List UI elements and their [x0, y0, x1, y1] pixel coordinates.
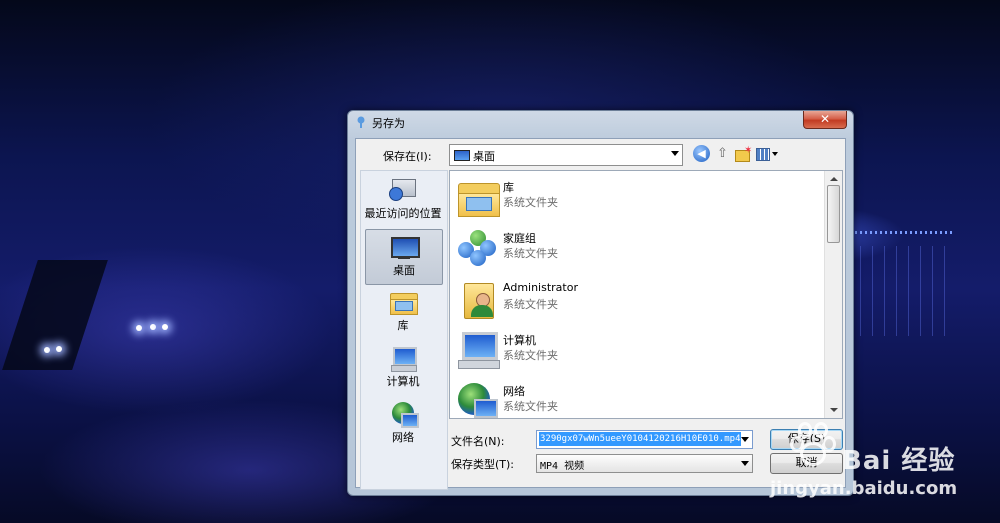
background-light	[44, 347, 50, 353]
baidu-paw-icon	[770, 420, 840, 470]
place-label: 桌面	[393, 264, 415, 277]
item-type: 系统文件夹	[503, 400, 558, 413]
item-name: 库	[503, 181, 514, 194]
desktop-icon	[454, 150, 470, 161]
item-name: Administrator	[503, 281, 578, 294]
up-folder-icon[interactable]: ⇧	[714, 145, 731, 162]
filetype-label: 保存类型(T):	[451, 458, 515, 471]
place-label: 网络	[392, 431, 414, 444]
save-in-label: 保存在(I):	[383, 150, 432, 163]
place-libraries[interactable]: 库	[365, 285, 441, 339]
list-item[interactable]: 计算机 系统文件夹	[452, 326, 822, 374]
list-item[interactable]: 库 系统文件夹	[452, 173, 822, 221]
file-list[interactable]: 库 系统文件夹 家庭组 系统文件夹 Administrator 系统文件夹 计算…	[449, 170, 843, 419]
scroll-down-icon[interactable]	[830, 408, 838, 412]
item-type: 系统文件夹	[503, 196, 558, 209]
place-label: 计算机	[386, 375, 420, 388]
background-light	[136, 325, 142, 331]
network-icon	[456, 381, 500, 418]
view-menu-icon[interactable]	[756, 145, 782, 162]
computer-icon	[456, 330, 500, 370]
place-network[interactable]: 网络	[365, 397, 441, 451]
dialog-title: 另存为	[372, 117, 405, 130]
app-icon	[357, 116, 365, 128]
filename-field[interactable]: 3290gx07wWn5ueeY0104120216H10E010.mp4	[536, 430, 753, 449]
back-icon[interactable]: ◀	[693, 145, 710, 162]
list-item[interactable]: 家庭组 系统文件夹	[452, 224, 822, 272]
item-type: 系统文件夹	[503, 349, 558, 362]
new-folder-icon[interactable]: ✶	[734, 145, 752, 162]
save-in-value: 桌面	[473, 150, 495, 163]
chevron-down-icon[interactable]	[741, 461, 749, 466]
libraries-icon	[389, 289, 418, 315]
user-folder-icon	[456, 279, 500, 319]
filename-value[interactable]: 3290gx07wWn5ueeY0104120216H10E010.mp4	[539, 432, 742, 446]
background-light	[150, 324, 156, 330]
libraries-folder-icon	[456, 177, 500, 217]
chevron-down-icon[interactable]	[671, 151, 679, 156]
watermark-url: jingyan.baidu.com	[770, 478, 958, 499]
vertical-scrollbar[interactable]	[824, 171, 842, 418]
background-lights-row	[855, 231, 955, 234]
place-computer[interactable]: 计算机	[365, 341, 441, 395]
place-desktop[interactable]: 桌面	[365, 229, 443, 285]
item-type: 系统文件夹	[503, 298, 558, 311]
background-structure	[2, 260, 108, 370]
background-light	[162, 324, 168, 330]
close-icon: ✕	[819, 112, 831, 126]
item-name: 网络	[503, 385, 525, 398]
watermark: Bai 经验 jingyan.baidu.com	[770, 420, 960, 510]
places-bar: 最近访问的位置 桌面 库 计算机 网络	[360, 170, 448, 490]
place-label: 库	[397, 319, 409, 332]
place-recent[interactable]: 最近访问的位置	[365, 173, 442, 227]
place-label: 最近访问的位置	[364, 207, 442, 220]
network-icon	[389, 401, 419, 428]
close-button[interactable]: ✕	[803, 111, 847, 129]
list-item[interactable]: Administrator 系统文件夹	[452, 275, 822, 323]
item-name: 计算机	[503, 334, 536, 347]
scroll-up-icon[interactable]	[830, 177, 838, 181]
background-lights-grid	[860, 246, 950, 336]
desktop-icon	[390, 234, 420, 260]
title-bar[interactable]: 另存为 ✕	[348, 111, 853, 133]
watermark-brand: Bai 经验	[842, 446, 956, 476]
background-light	[56, 346, 62, 352]
chevron-down-icon[interactable]	[741, 437, 749, 442]
list-item[interactable]: 网络 系统文件夹	[452, 377, 822, 418]
homegroup-icon	[456, 228, 500, 268]
computer-icon	[389, 345, 417, 372]
recent-places-icon	[389, 177, 417, 203]
item-type: 系统文件夹	[503, 247, 558, 260]
filetype-value: MP4 视频	[540, 461, 585, 472]
item-name: 家庭组	[503, 232, 536, 245]
filename-label: 文件名(N):	[451, 435, 505, 448]
save-in-dropdown[interactable]: 桌面	[449, 144, 683, 166]
filetype-dropdown[interactable]: MP4 视频	[536, 454, 753, 473]
scroll-thumb[interactable]	[827, 185, 840, 243]
